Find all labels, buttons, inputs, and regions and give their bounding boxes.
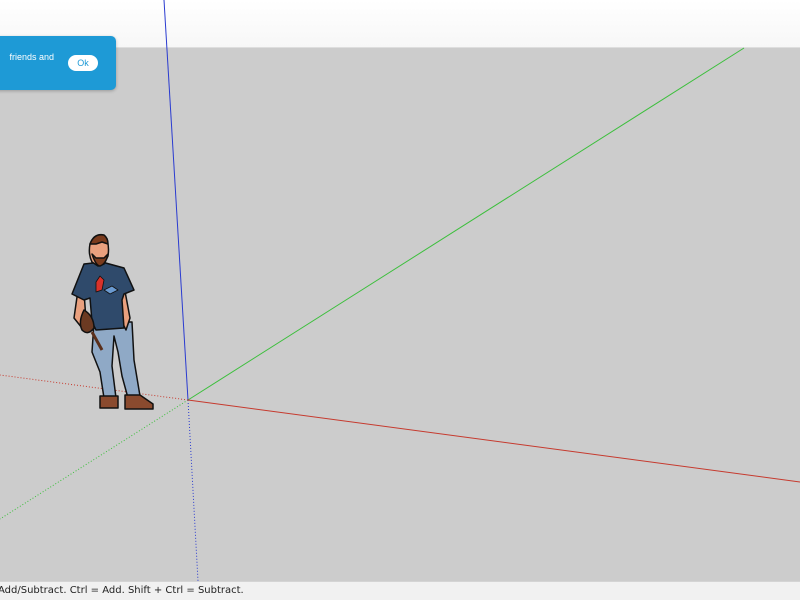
red-axis [187,399,800,483]
status-bar: Add/Subtract. Ctrl = Add. Shift + Ctrl =… [0,581,800,600]
blue-axis [163,0,189,401]
blue-axis-negative [187,399,199,581]
modeling-viewport[interactable] [0,0,800,581]
notification-message: friends and [9,52,54,62]
status-text: Add/Subtract. Ctrl = Add. Shift + Ctrl =… [0,585,244,596]
ok-button[interactable]: Ok [68,55,98,71]
green-axis [187,47,745,401]
red-axis-negative [0,374,189,401]
axes-canvas [0,0,800,581]
person-figure[interactable] [71,233,154,410]
sketchup-window: friends and Ok Add/Subtract. Ctrl = Add.… [0,0,800,600]
notification-banner: friends and Ok [0,36,116,90]
green-axis-negative [0,399,189,520]
